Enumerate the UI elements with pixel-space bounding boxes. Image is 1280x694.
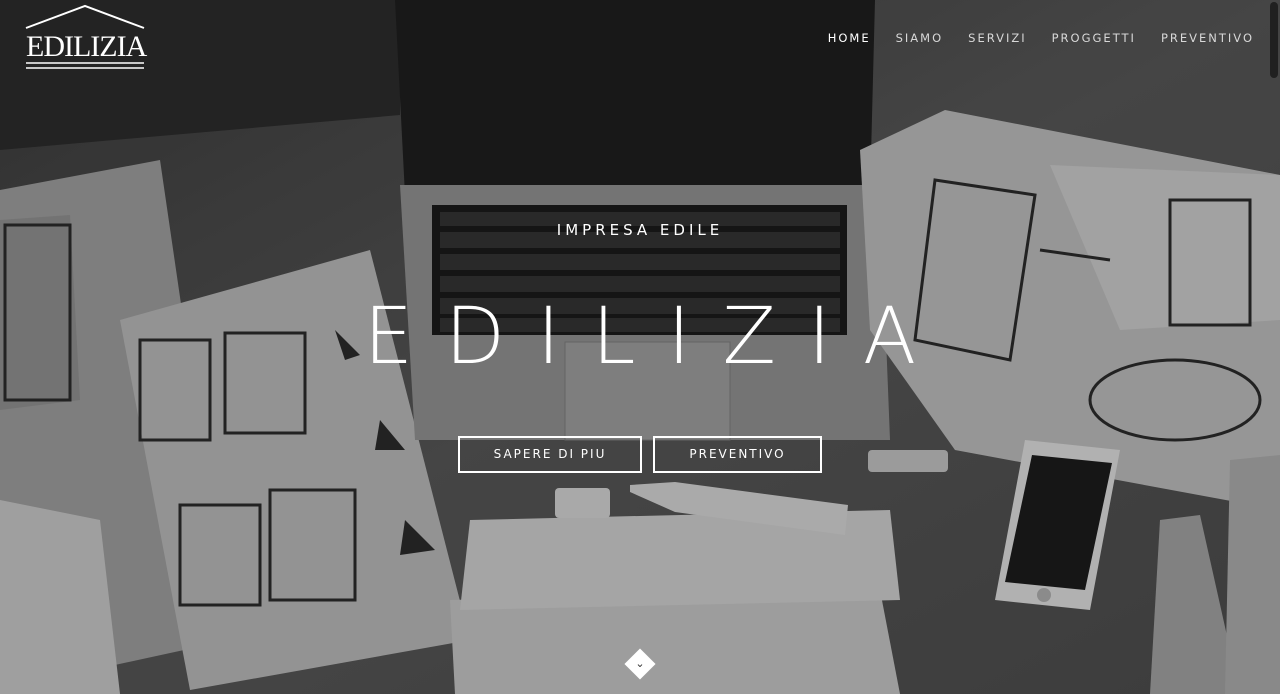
nav-item-home[interactable]: HOME — [828, 31, 871, 45]
nav-item-proggetti[interactable]: PROGGETTI — [1052, 31, 1136, 45]
nav-item-siamo[interactable]: SIAMO — [896, 31, 944, 45]
nav-item-servizi[interactable]: SERVIZI — [968, 31, 1026, 45]
hero-title: EDILIZIA — [363, 292, 949, 382]
scroll-down-button[interactable]: ⌄ — [624, 648, 656, 680]
quote-button[interactable]: PREVENTIVO — [653, 436, 822, 473]
logo-text: EDILIZIA — [26, 30, 147, 63]
learn-more-button[interactable]: SAPERE DI PIU — [458, 436, 642, 473]
nav-item-preventivo[interactable]: PREVENTIVO — [1161, 31, 1254, 45]
scrollbar-thumb[interactable] — [1270, 2, 1278, 78]
brand-logo[interactable]: EDILIZIA — [24, 4, 147, 72]
hero-subtitle: IMPRESA EDILE — [556, 221, 724, 239]
main-nav: HOME SIAMO SERVIZI PROGGETTI PREVENTIVO — [803, 31, 1254, 45]
hero-section: EDILIZIA HOME SIAMO SERVIZI PROGGETTI PR… — [0, 0, 1280, 694]
chevron-down-icon: ⌄ — [635, 657, 645, 670]
